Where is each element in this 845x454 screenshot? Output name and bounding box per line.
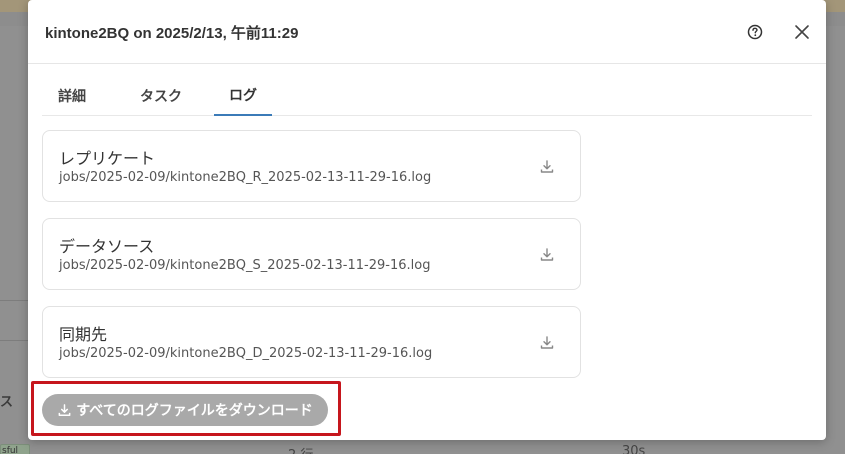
log-download-button[interactable]: [538, 246, 556, 264]
download-icon: [540, 160, 554, 173]
dialog-header: kintone2BQ on 2025/2/13, 午前11:29: [28, 0, 826, 64]
log-item-datasource[interactable]: データソース jobs/2025-02-09/kintone2BQ_S_2025…: [42, 218, 581, 290]
close-icon: [795, 25, 809, 39]
help-button[interactable]: [745, 22, 765, 42]
log-download-button[interactable]: [538, 158, 556, 176]
download-all-logs-button[interactable]: すべてのログファイルをダウンロード: [42, 394, 328, 426]
tab-logs[interactable]: ログ: [214, 76, 272, 116]
log-item-destination[interactable]: 同期先 jobs/2025-02-09/kintone2BQ_D_2025-02…: [42, 306, 581, 378]
log-item-path: jobs/2025-02-09/kintone2BQ_S_2025-02-13-…: [59, 258, 431, 273]
download-all-label: すべてのログファイルをダウンロード: [76, 403, 313, 419]
download-icon: [58, 403, 71, 416]
log-item-path: jobs/2025-02-09/kintone2BQ_D_2025-02-13-…: [59, 346, 433, 361]
dialog-tabs: 詳細 タスク ログ: [42, 76, 812, 116]
job-log-dialog: kintone2BQ on 2025/2/13, 午前11:29 詳細 タスク …: [28, 0, 826, 440]
background-cell: 30s: [622, 444, 646, 454]
background-column-header: ス: [0, 395, 14, 410]
background-divider: [0, 300, 30, 301]
log-item-name: データソース: [59, 237, 155, 256]
background-cell: 2 行: [288, 444, 313, 454]
help-circle-icon: [747, 24, 763, 40]
log-item-name: 同期先: [59, 325, 108, 344]
log-download-button[interactable]: [538, 334, 556, 352]
download-icon: [540, 336, 554, 349]
background-status-badge: sful: [0, 444, 30, 454]
log-item-name: レプリケート: [59, 149, 156, 168]
log-item-replicate[interactable]: レプリケート jobs/2025-02-09/kintone2BQ_R_2025…: [42, 130, 581, 202]
download-icon: [540, 248, 554, 261]
dialog-title: kintone2BQ on 2025/2/13, 午前11:29: [45, 25, 299, 42]
close-button[interactable]: [790, 20, 814, 44]
tab-details[interactable]: 詳細: [57, 76, 87, 116]
background-divider: [0, 340, 30, 341]
tab-tasks[interactable]: タスク: [135, 76, 187, 116]
log-item-path: jobs/2025-02-09/kintone2BQ_R_2025-02-13-…: [59, 170, 432, 185]
